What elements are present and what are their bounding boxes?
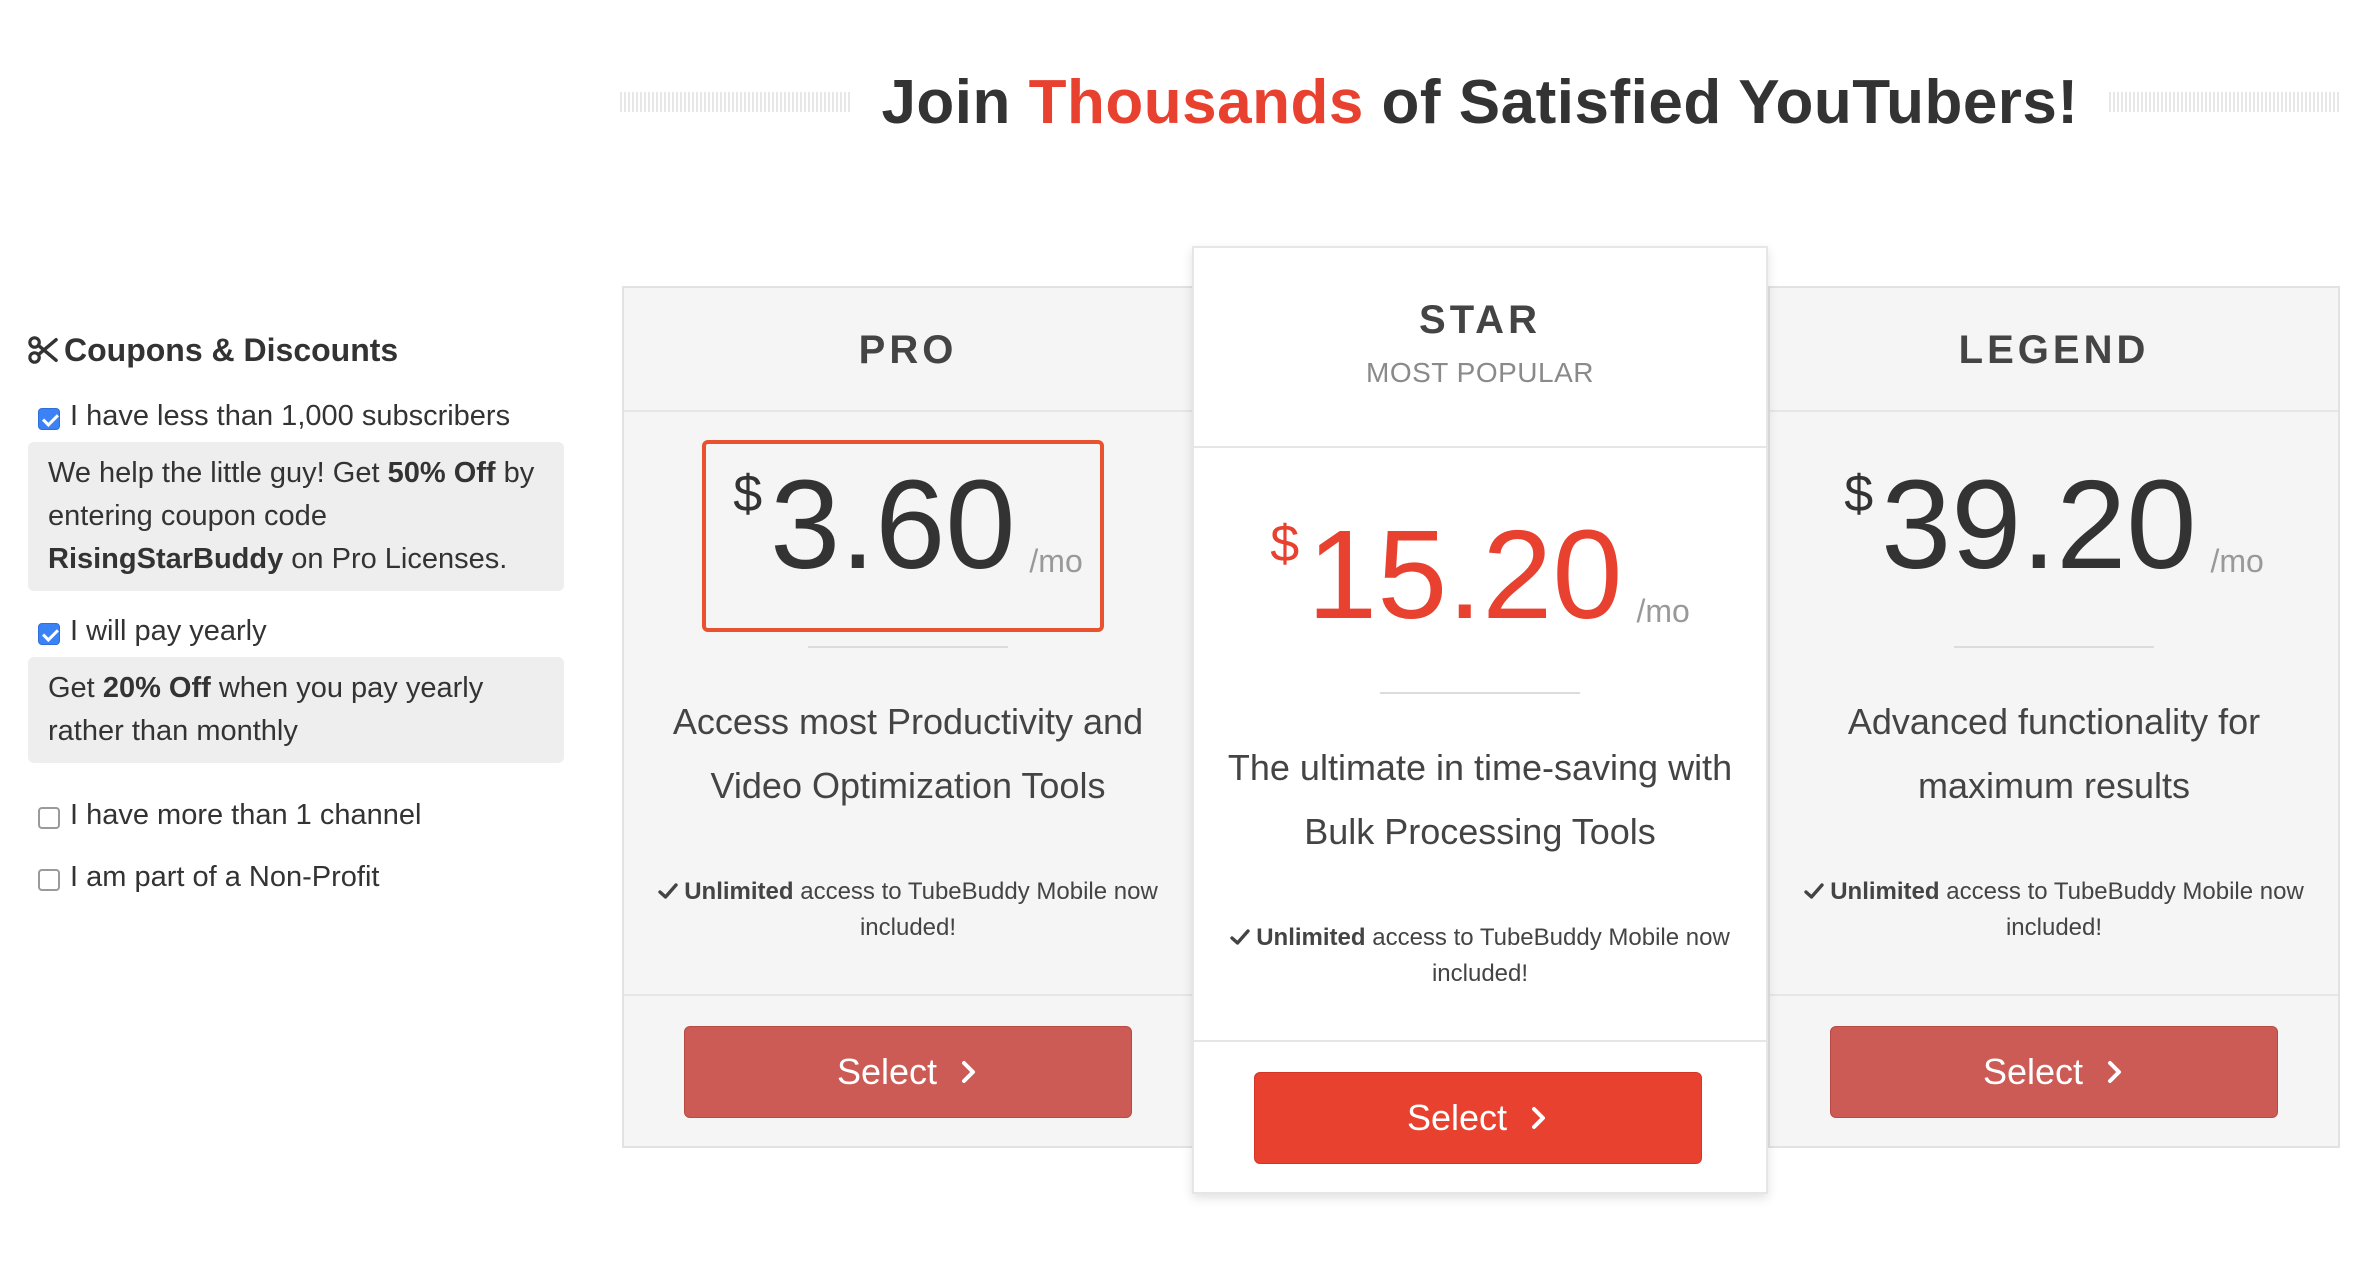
coupon-note-yearly: Get 20% Off when you pay yearly rather t… xyxy=(28,657,564,763)
mobile-note-text: access to TubeBuddy Mobile now included! xyxy=(1939,878,2304,941)
plan-description: Access most Productivity and Video Optim… xyxy=(672,701,1144,806)
select-button-label: Select xyxy=(1982,1051,2084,1092)
mobile-note: Unlimited access to TubeBuddy Mobile now… xyxy=(1790,874,2318,946)
option-label: I have more than 1 channel xyxy=(70,799,422,831)
coupon-option-small-channel[interactable]: I have less than 1,000 subscribers xyxy=(28,398,564,434)
plan-price: $ 39.20 /mo xyxy=(1770,450,2338,600)
heading-prefix: Join xyxy=(881,67,1029,137)
plan-footer: Select xyxy=(624,994,1192,1148)
note-text: on Pro Licenses. xyxy=(283,543,508,575)
note-bold: 20% Off xyxy=(102,672,211,704)
heading-accent: Thousands xyxy=(1028,67,1364,137)
mobile-note: Unlimited access to TubeBuddy Mobile now… xyxy=(644,874,1172,946)
heading-right-stripe xyxy=(2108,92,2340,112)
mobile-note-text: access to TubeBuddy Mobile now included! xyxy=(1365,924,1730,987)
plan-name: PRO xyxy=(858,328,958,372)
select-pro-button[interactable]: Select xyxy=(684,1026,1132,1118)
mobile-note-bold: Unlimited xyxy=(684,878,794,905)
page-heading-row: Join Thousands of Satisfied YouTubers! xyxy=(620,54,2340,150)
checkbox-small-channel[interactable] xyxy=(38,408,60,430)
select-button-label: Select xyxy=(836,1051,938,1092)
chevron-right-icon xyxy=(1532,1107,1546,1129)
coupon-option-yearly[interactable]: I will pay yearly xyxy=(28,613,564,649)
chevron-right-icon xyxy=(2108,1061,2122,1083)
plan-footer: Select xyxy=(1194,1040,1766,1194)
note-bold: 50% Off xyxy=(387,457,496,489)
divider xyxy=(808,646,1008,648)
price-amount: 39.20 xyxy=(1881,454,2197,595)
price-period: /mo xyxy=(1029,543,1083,579)
checkbox-non-profit[interactable] xyxy=(38,869,60,891)
divider xyxy=(1954,646,2154,648)
plan-description: Advanced functionality for maximum resul… xyxy=(1847,701,2261,806)
checkbox-multi-channel[interactable] xyxy=(38,807,60,829)
coupon-note-small-channel: We help the little guy! Get 50% Off by e… xyxy=(28,442,564,591)
divider xyxy=(1380,692,1580,694)
check-icon xyxy=(1804,883,1824,899)
plan-header: STAR MOST POPULAR xyxy=(1194,248,1766,448)
plan-card-star: STAR MOST POPULAR $ 15.20 /mo The ultima… xyxy=(1192,246,1768,1194)
note-text: We help the little guy! Get xyxy=(48,457,388,489)
plan-price: $ 15.20 /mo xyxy=(1194,500,1766,650)
coupons-panel: Coupons & Discounts I have less than 1,0… xyxy=(28,326,564,895)
plan-header: PRO xyxy=(624,288,1192,412)
select-legend-button[interactable]: Select xyxy=(1830,1026,2278,1118)
plan-description: The ultimate in time-saving with Bulk Pr… xyxy=(1227,747,1733,852)
price-amount: 15.20 xyxy=(1307,504,1623,645)
option-label: I have less than 1,000 subscribers xyxy=(70,400,511,432)
coupon-code: RisingStarBuddy xyxy=(48,543,284,575)
heading-suffix: of Satisfied YouTubers! xyxy=(1363,67,2079,137)
price-amount: 3.60 xyxy=(770,454,1016,595)
option-label: I will pay yearly xyxy=(70,615,267,647)
mobile-note-bold: Unlimited xyxy=(1830,878,1940,905)
mobile-note-text: access to TubeBuddy Mobile now included! xyxy=(793,878,1158,941)
mobile-note: Unlimited access to TubeBuddy Mobile now… xyxy=(1214,920,1746,992)
plan-card-legend: LEGEND $ 39.20 /mo Advanced functionalit… xyxy=(1768,286,2340,1148)
select-button-label: Select xyxy=(1406,1097,1508,1138)
option-label: I am part of a Non-Profit xyxy=(70,861,380,893)
scissors-icon xyxy=(28,336,58,364)
most-popular-tag: MOST POPULAR xyxy=(1366,357,1594,388)
checkbox-yearly[interactable] xyxy=(38,623,60,645)
plan-card-pro: PRO $ 3.60 /mo Access most Productivity … xyxy=(622,286,1194,1148)
plan-name: LEGEND xyxy=(1958,328,2150,372)
mobile-note-bold: Unlimited xyxy=(1256,924,1366,951)
price-period: /mo xyxy=(2210,543,2264,579)
coupon-option-multi-channel[interactable]: I have more than 1 channel xyxy=(28,797,564,833)
coupons-title-text: Coupons & Discounts xyxy=(64,331,399,368)
plan-price: $ 3.60 /mo xyxy=(624,450,1192,600)
coupon-option-non-profit[interactable]: I am part of a Non-Profit xyxy=(28,859,564,895)
select-star-button[interactable]: Select xyxy=(1254,1072,1702,1164)
price-period: /mo xyxy=(1636,593,1690,629)
note-text: Get xyxy=(48,672,103,704)
currency-symbol: $ xyxy=(1270,515,1300,573)
chevron-right-icon xyxy=(962,1061,976,1083)
check-icon xyxy=(1230,929,1250,945)
check-icon xyxy=(658,883,678,899)
currency-symbol: $ xyxy=(733,465,763,523)
currency-symbol: $ xyxy=(1844,465,1874,523)
plan-footer: Select xyxy=(1770,994,2338,1148)
plan-header: LEGEND xyxy=(1770,288,2338,412)
plan-name: STAR xyxy=(1419,298,1541,342)
heading-left-stripe xyxy=(620,92,852,112)
page-heading: Join Thousands of Satisfied YouTubers! xyxy=(851,67,2108,138)
coupons-title: Coupons & Discounts xyxy=(28,326,564,374)
